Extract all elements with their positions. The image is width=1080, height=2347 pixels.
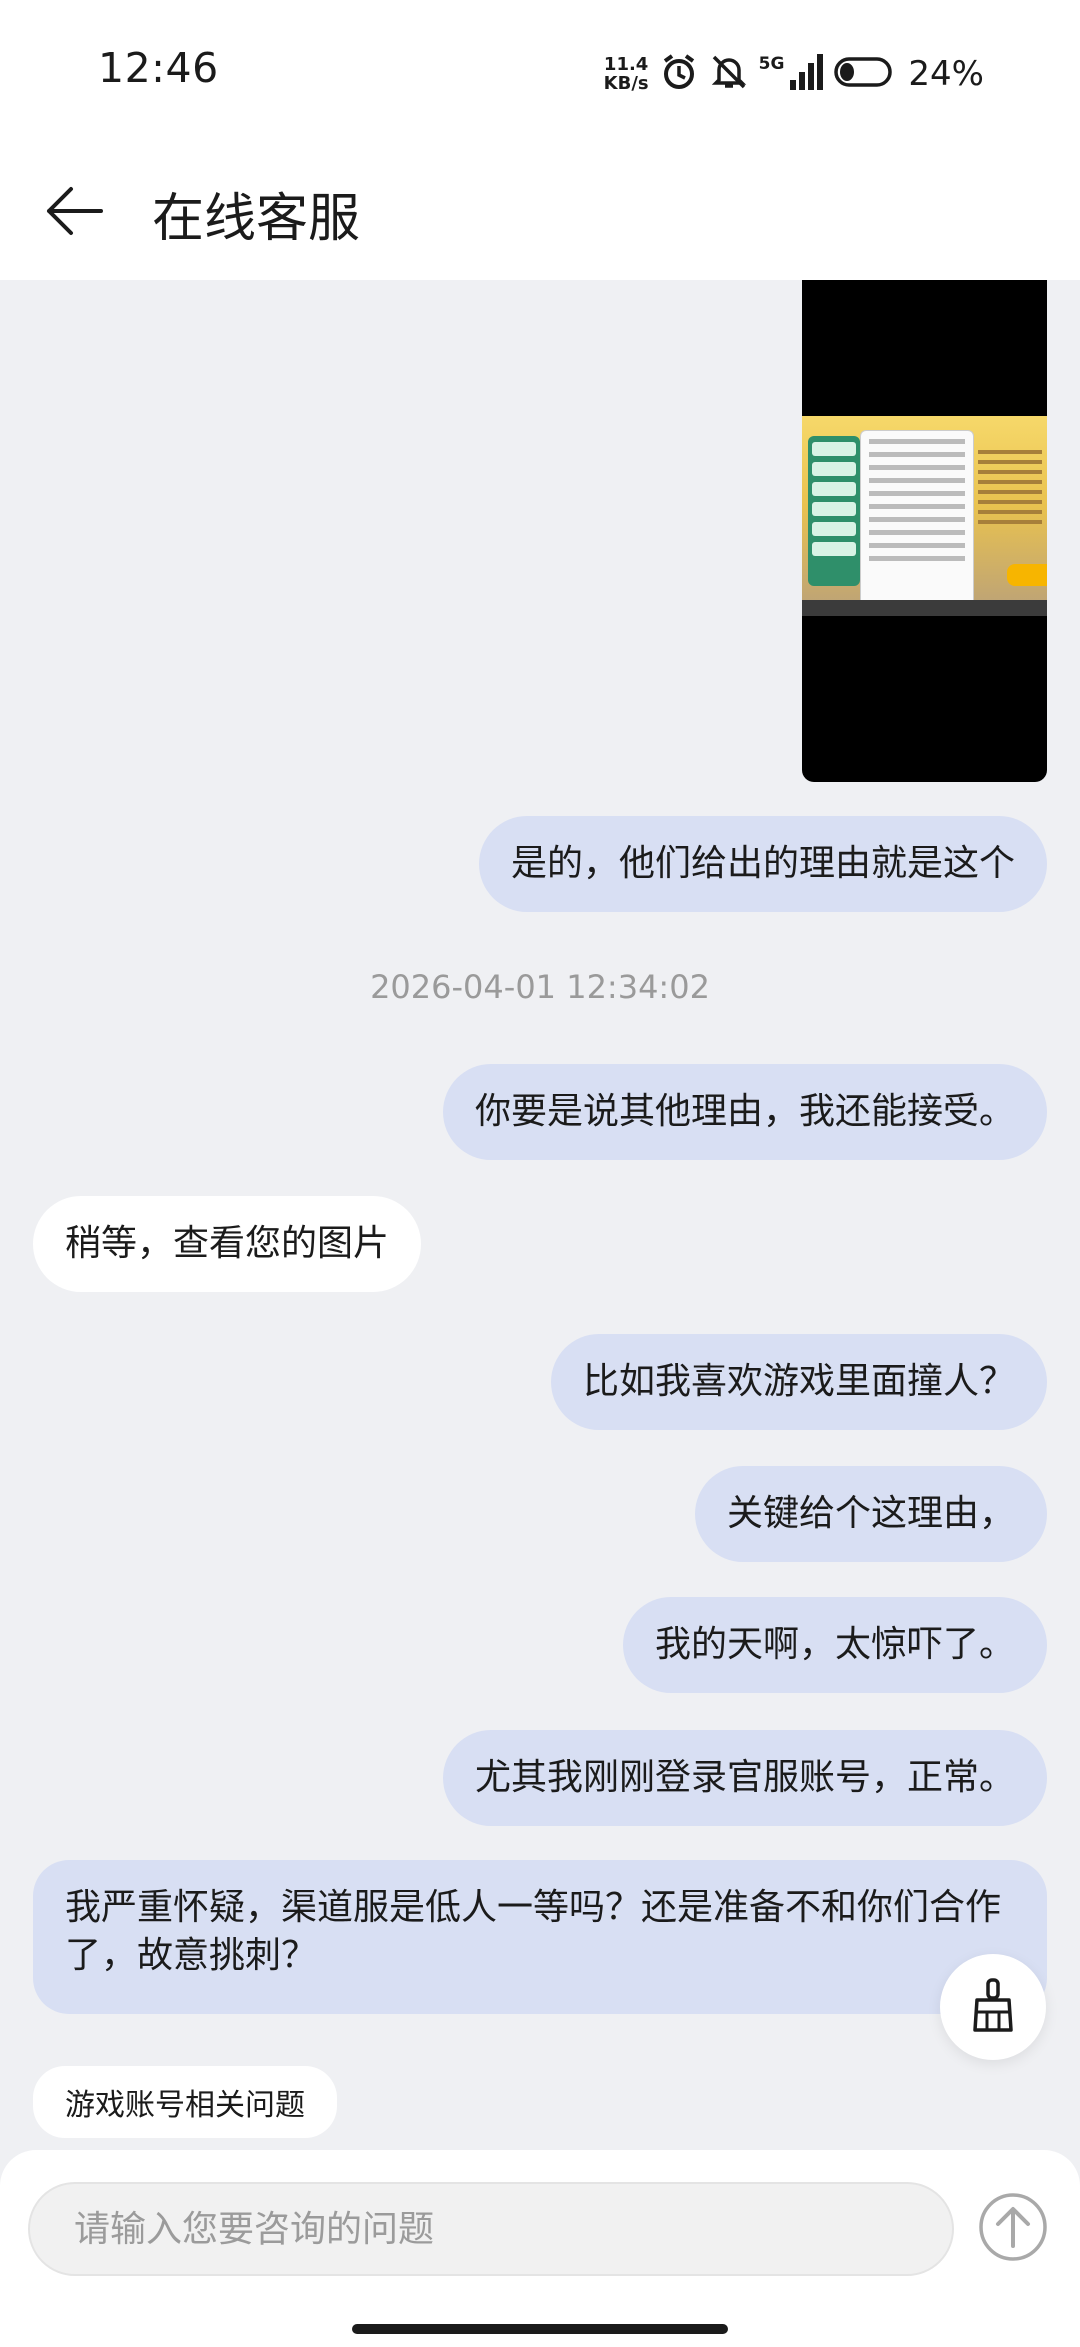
status-icons: 11.4 KB/s 5G 24% bbox=[604, 50, 984, 98]
page-title: 在线客服 bbox=[152, 189, 361, 249]
chat-message-list[interactable]: 是的，他们给出的理由就是这个 2026-04-01 12:34:02 你要是说其… bbox=[0, 280, 1080, 2150]
message-composer bbox=[0, 2150, 1080, 2347]
network-speed-unit: KB/s bbox=[603, 73, 649, 94]
status-time: 12:46 bbox=[98, 44, 219, 92]
header-bar: 在线客服 bbox=[0, 140, 1080, 280]
message-bubble-sent[interactable]: 你要是说其他理由，我还能接受。 bbox=[442, 1064, 1047, 1160]
quick-reply-chip[interactable]: 游戏账号相关问题 bbox=[33, 2066, 337, 2138]
battery-icon bbox=[834, 56, 894, 92]
alarm-icon bbox=[659, 52, 699, 96]
message-input-container[interactable] bbox=[28, 2182, 954, 2276]
screenshot-thumbnail bbox=[802, 416, 1047, 616]
message-bubble-sent[interactable]: 我的天啊，太惊吓了。 bbox=[622, 1597, 1047, 1693]
signal-icon bbox=[790, 54, 824, 94]
message-bubble-sent[interactable]: 我严重怀疑，渠道服是低人一等吗？还是准备不和你们合作了，故意挑刺？ bbox=[33, 1860, 1047, 2014]
message-bubble-sent[interactable]: 是的，他们给出的理由就是这个 bbox=[478, 816, 1047, 912]
network-speed: 11.4 KB/s bbox=[604, 55, 649, 93]
bell-off-icon bbox=[709, 52, 749, 96]
back-button[interactable] bbox=[40, 178, 110, 248]
arrow-left-icon bbox=[45, 186, 105, 240]
broom-icon bbox=[969, 1978, 1017, 2036]
network-speed-value: 11.4 bbox=[603, 54, 649, 75]
network-type-label: 5G bbox=[758, 54, 785, 74]
image-message[interactable] bbox=[802, 280, 1047, 782]
message-bubble-received[interactable]: 稍等，查看您的图片 bbox=[33, 1196, 422, 1292]
message-input[interactable] bbox=[30, 2184, 952, 2274]
status-bar: 12:46 11.4 KB/s 5G 24% bbox=[0, 0, 1080, 140]
message-bubble-sent[interactable]: 尤其我刚刚登录官服账号，正常。 bbox=[442, 1730, 1047, 1826]
clear-chat-button[interactable] bbox=[940, 1954, 1046, 2060]
home-indicator[interactable] bbox=[352, 2324, 728, 2334]
message-timestamp: 2026-04-01 12:34:02 bbox=[370, 968, 710, 1006]
message-bubble-sent[interactable]: 关键给个这理由， bbox=[694, 1466, 1047, 1562]
send-button[interactable] bbox=[978, 2192, 1048, 2262]
battery-percent: 24% bbox=[908, 54, 984, 94]
message-bubble-sent[interactable]: 比如我喜欢游戏里面撞人？ bbox=[550, 1334, 1047, 1430]
arrow-up-circle-icon bbox=[978, 2193, 1048, 2266]
